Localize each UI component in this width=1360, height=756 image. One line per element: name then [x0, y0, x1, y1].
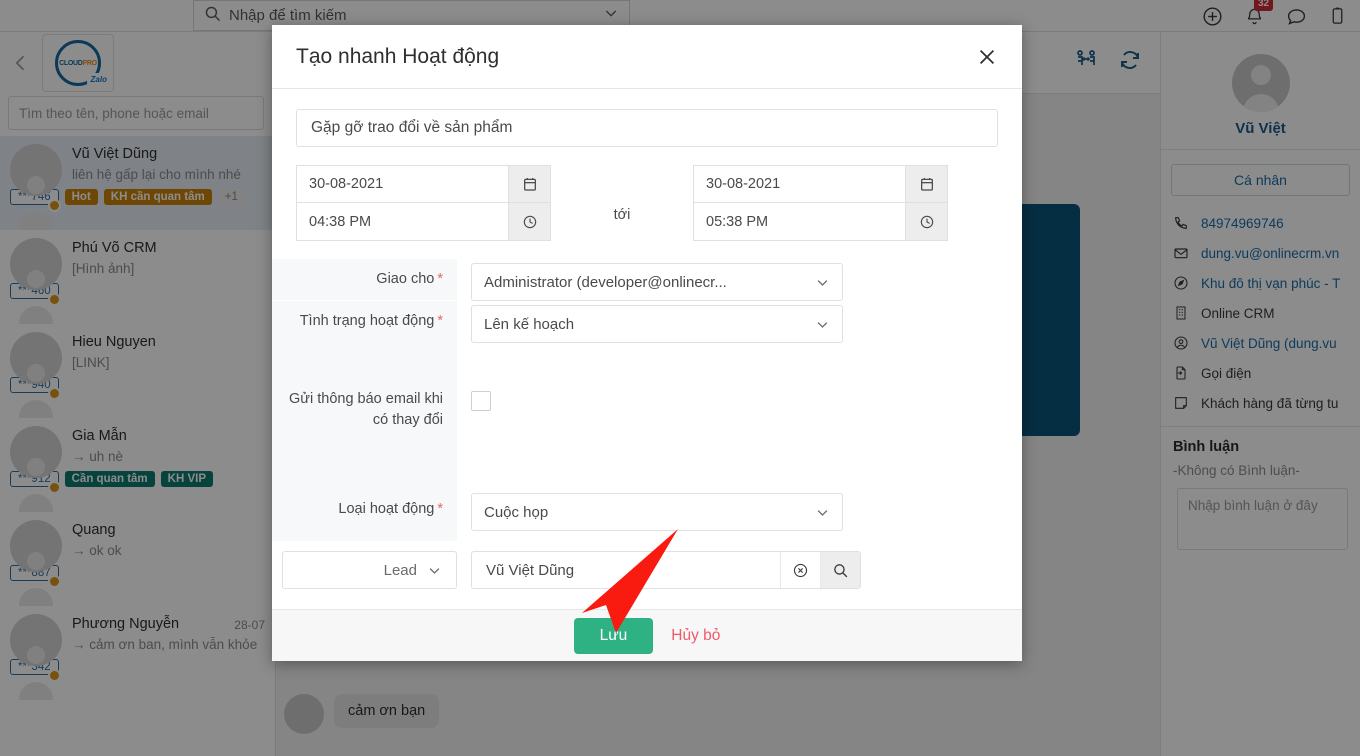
lead-search-value: Vũ Việt Dũng: [486, 561, 575, 579]
status-label-text: Tình trạng hoạt động: [299, 313, 435, 329]
calendar-icon[interactable]: [905, 166, 947, 202]
chevron-down-icon: [815, 275, 830, 290]
activity-subject-input[interactable]: Gặp gỡ trao đổi về sản phẩm: [296, 109, 998, 147]
assign-to-select[interactable]: Administrator (developer@onlinecr...: [471, 263, 843, 301]
form-row-status: Tình trạng hoạt động * Lên kế hoạch: [272, 301, 1022, 379]
start-time-value: 04:38 PM: [309, 213, 372, 230]
close-icon[interactable]: [976, 46, 998, 68]
save-button[interactable]: Lưu: [573, 617, 654, 654]
activity-form: Giao cho * Administrator (developer@onlin…: [272, 259, 1022, 589]
chevron-down-icon: [815, 505, 830, 520]
modal-header: Tạo nhanh Hoạt động: [272, 25, 1022, 89]
required-marker: *: [437, 501, 443, 517]
status-value: Lên kế hoạch: [484, 315, 575, 333]
lead-type-value: Lead: [383, 561, 417, 579]
assign-to-label-text: Giao cho: [376, 271, 435, 287]
activity-type-label: Loại hoạt động *: [272, 489, 457, 541]
cancel-button[interactable]: Hủy bỏ: [671, 627, 720, 645]
end-time-field[interactable]: 05:38 PM: [693, 203, 948, 241]
status-select[interactable]: Lên kế hoạch: [471, 305, 843, 343]
modal-title: Tạo nhanh Hoạt động: [296, 44, 500, 68]
modal-footer: Lưu Hủy bỏ: [272, 609, 1022, 661]
start-datetime-group: 30-08-2021 04:38 PM: [296, 165, 551, 241]
lead-type-cell: Lead: [272, 551, 457, 589]
chevron-down-icon: [815, 317, 830, 332]
start-date-field[interactable]: 30-08-2021: [296, 165, 551, 203]
end-date-field[interactable]: 30-08-2021: [693, 165, 948, 203]
clear-icon[interactable]: [780, 552, 820, 588]
clock-icon[interactable]: [905, 203, 947, 240]
activity-type-select[interactable]: Cuộc họp: [471, 493, 843, 531]
required-marker: *: [437, 271, 443, 287]
search-icon[interactable]: [820, 552, 860, 588]
lead-search-box[interactable]: Vũ Việt Dũng: [471, 551, 861, 589]
required-marker: *: [437, 313, 443, 329]
form-row-activity-type: Loại hoạt động * Cuộc họp: [272, 489, 1022, 541]
start-time-field[interactable]: 04:38 PM: [296, 203, 551, 241]
status-control: Lên kế hoạch: [457, 301, 1022, 343]
lead-search-cell: Vũ Việt Dũng: [457, 551, 1022, 589]
notify-email-checkbox[interactable]: [471, 391, 491, 411]
modal-body: Gặp gỡ trao đổi về sản phẩm 30-08-2021 0…: [272, 89, 1022, 609]
form-row-assign-to: Giao cho * Administrator (developer@onlin…: [272, 259, 1022, 301]
activity-type-label-text: Loại hoạt động: [338, 501, 435, 517]
assign-to-label: Giao cho *: [272, 259, 457, 301]
notify-control: [457, 379, 1022, 411]
form-row-notify: Gửi thông báo email khi có thay đổi: [272, 379, 1022, 489]
start-date-value: 30-08-2021: [309, 176, 384, 192]
datetime-separator-label: tới: [613, 207, 631, 223]
end-date-value: 30-08-2021: [706, 176, 781, 192]
end-time-value: 05:38 PM: [706, 213, 769, 230]
assign-to-control: Administrator (developer@onlinecr...: [457, 259, 1022, 301]
activity-type-value: Cuộc họp: [484, 503, 549, 521]
assign-to-value: Administrator (developer@onlinecr...: [484, 273, 727, 291]
lead-type-select[interactable]: Lead: [282, 551, 457, 589]
quick-create-activity-modal: Tạo nhanh Hoạt động Gặp gỡ trao đổi về s…: [272, 25, 1022, 661]
activity-type-control: Cuộc họp: [457, 489, 1022, 531]
chevron-down-icon: [427, 563, 442, 578]
form-row-related-record: Lead Vũ Việt Dũng: [272, 551, 1022, 589]
clock-icon[interactable]: [508, 203, 550, 240]
calendar-icon[interactable]: [508, 166, 550, 202]
datetime-range-row: 30-08-2021 04:38 PM tới 30-08-2021 05:38…: [296, 165, 998, 241]
app-root: Nhập để tìm kiếm 32 CLOUDPRO Zalo Tìm th…: [0, 0, 1360, 756]
end-datetime-group: 30-08-2021 05:38 PM: [693, 165, 948, 241]
status-label: Tình trạng hoạt động *: [272, 301, 457, 379]
notify-label: Gửi thông báo email khi có thay đổi: [272, 379, 457, 489]
